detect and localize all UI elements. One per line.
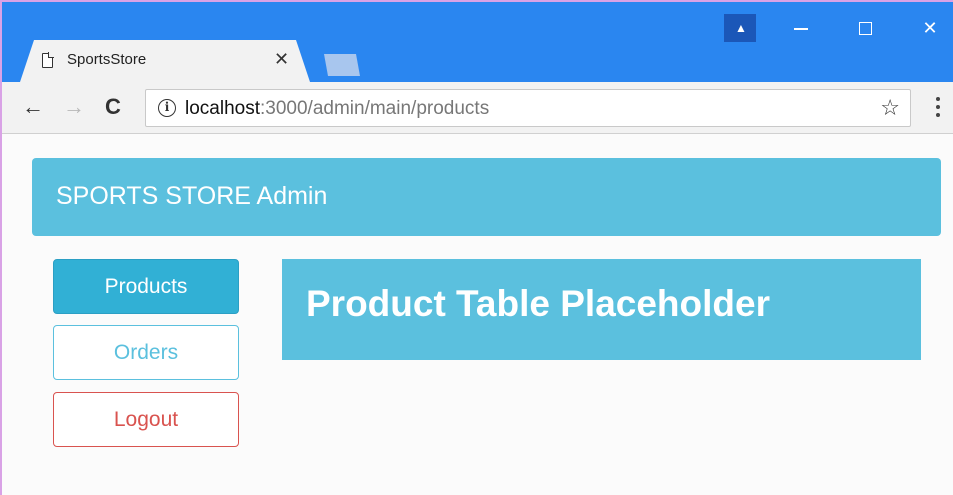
url-host: localhost xyxy=(185,98,260,119)
admin-title: SPORTS STORE Admin xyxy=(56,182,328,210)
title-bar: SportsStore ✕ ▲ ✕ xyxy=(2,2,953,82)
info-icon[interactable]: i xyxy=(158,99,176,117)
close-tab-icon[interactable]: ✕ xyxy=(274,49,289,69)
new-tab-button[interactable] xyxy=(314,54,360,76)
url-path: :3000/admin/main/products xyxy=(260,98,490,119)
browser-menu-icon[interactable] xyxy=(928,95,948,121)
browser-tab[interactable]: SportsStore ✕ xyxy=(20,40,310,82)
address-bar[interactable]: i localhost:3000/admin/main/products ☆ xyxy=(145,89,911,127)
page-content: SPORTS STORE Admin Products Orders Logou… xyxy=(2,135,953,495)
admin-header: SPORTS STORE Admin xyxy=(32,158,941,236)
browser-window: SportsStore ✕ ▲ ✕ ← → C i localhost:3000… xyxy=(0,0,953,495)
user-icon: ▲ xyxy=(735,21,747,35)
minimize-button[interactable] xyxy=(778,14,824,42)
products-button[interactable]: Products xyxy=(53,259,239,314)
reload-button[interactable]: C xyxy=(105,95,121,119)
bookmark-star-icon[interactable]: ☆ xyxy=(880,95,900,121)
page-icon xyxy=(42,53,53,68)
product-table-placeholder: Product Table Placeholder xyxy=(282,259,921,360)
forward-button[interactable]: → xyxy=(63,95,85,119)
profile-button[interactable]: ▲ xyxy=(724,14,756,42)
back-button[interactable]: ← xyxy=(22,95,44,119)
tab-title: SportsStore xyxy=(67,51,147,68)
placeholder-text: Product Table Placeholder xyxy=(306,283,770,324)
close-window-button[interactable]: ✕ xyxy=(907,14,953,42)
orders-button[interactable]: Orders xyxy=(53,325,239,380)
url-text[interactable]: localhost:3000/admin/main/products xyxy=(185,98,489,120)
browser-toolbar: ← → C i localhost:3000/admin/main/produc… xyxy=(2,82,953,134)
logout-button[interactable]: Logout xyxy=(53,392,239,447)
maximize-button[interactable] xyxy=(842,14,888,42)
